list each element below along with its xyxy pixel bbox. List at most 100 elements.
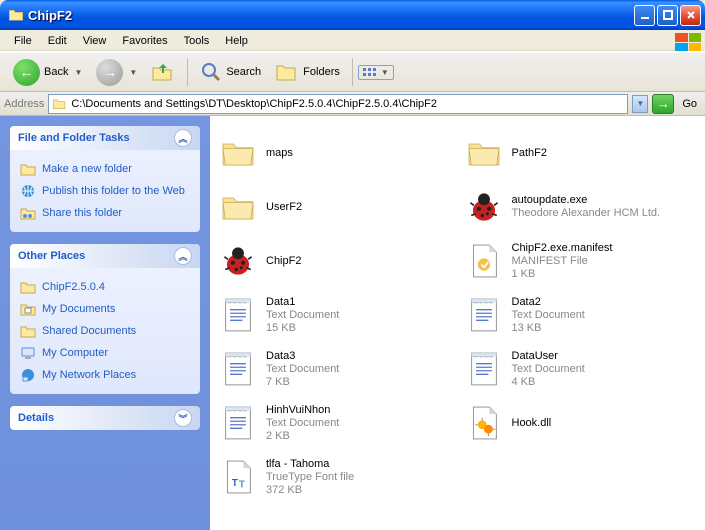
folders-label: Folders xyxy=(303,66,340,78)
details-header[interactable]: Details ︾ xyxy=(10,406,200,430)
go-button[interactable]: → xyxy=(652,94,674,114)
task-label: Publish this folder to the Web xyxy=(42,185,185,197)
file-item[interactable]: Data1Text Document15 KB xyxy=(216,290,454,340)
address-input[interactable] xyxy=(67,98,625,110)
views-grid-icon xyxy=(363,68,376,76)
folder-icon xyxy=(218,133,258,173)
collapse-icon: ︽ xyxy=(174,247,192,265)
file-name: Data2 xyxy=(512,296,585,309)
file-subtext: TrueType Font file xyxy=(266,471,354,484)
file-item[interactable]: autoupdate.exeTheodore Alexander HCM Ltd… xyxy=(462,182,700,232)
file-item[interactable]: Data3Text Document7 KB xyxy=(216,344,454,394)
file-item[interactable]: maps xyxy=(216,128,454,178)
file-folder-tasks-panel: File and Folder Tasks ︽ Make a new folde… xyxy=(10,126,200,232)
file-item[interactable]: ChipF2 xyxy=(216,236,454,286)
views-button[interactable]: ▼ xyxy=(358,65,394,80)
file-item[interactable]: Hook.dll xyxy=(462,398,700,448)
forward-dropdown-icon[interactable]: ▼ xyxy=(129,68,137,77)
menu-tools[interactable]: Tools xyxy=(176,33,218,49)
text-icon xyxy=(464,295,504,335)
menu-favorites[interactable]: Favorites xyxy=(114,33,175,49)
folders-button[interactable]: Folders xyxy=(268,58,347,86)
minimize-button[interactable] xyxy=(634,5,655,26)
task-label: Make a new folder xyxy=(42,163,132,175)
address-dropdown[interactable]: ▼ xyxy=(632,95,648,113)
text-icon xyxy=(218,403,258,443)
menu-view[interactable]: View xyxy=(75,33,115,49)
file-subtext: Text Document xyxy=(512,309,585,322)
menu-help[interactable]: Help xyxy=(217,33,256,49)
file-item[interactable]: DataUserText Document4 KB xyxy=(462,344,700,394)
address-label: Address xyxy=(4,98,44,110)
menu-edit[interactable]: Edit xyxy=(40,33,75,49)
close-button[interactable] xyxy=(680,5,701,26)
place-item[interactable]: My Computer xyxy=(20,342,190,364)
file-item[interactable]: Data2Text Document13 KB xyxy=(462,290,700,340)
panel-title: File and Folder Tasks xyxy=(18,132,130,144)
sidebar: File and Folder Tasks ︽ Make a new folde… xyxy=(0,116,210,530)
file-item[interactable]: UserF2 xyxy=(216,182,454,232)
file-size: 372 KB xyxy=(266,484,354,497)
back-button[interactable]: ← Back ▼ xyxy=(6,55,89,90)
views-dropdown-icon: ▼ xyxy=(381,68,389,77)
task-item[interactable]: Publish this folder to the Web xyxy=(20,180,190,202)
task-item[interactable]: Make a new folder xyxy=(20,158,190,180)
folder-icon xyxy=(20,161,36,177)
file-size: 7 KB xyxy=(266,376,339,389)
file-name: Hook.dll xyxy=(512,417,552,430)
up-button[interactable] xyxy=(144,56,182,88)
file-item[interactable]: ChipF2.exe.manifestMANIFEST File1 KB xyxy=(462,236,700,286)
window-title: ChipF2 xyxy=(28,8,632,23)
computer-icon xyxy=(20,345,36,361)
separator xyxy=(352,58,353,86)
text-icon xyxy=(464,349,504,389)
file-name: HinhVuiNhon xyxy=(266,404,339,417)
menu-file[interactable]: File xyxy=(6,33,40,49)
panel-title: Other Places xyxy=(18,250,85,262)
separator xyxy=(187,58,188,86)
folder-icon xyxy=(8,7,24,23)
folder-icon xyxy=(51,97,67,111)
go-label: Go xyxy=(678,98,701,110)
file-name: Data3 xyxy=(266,350,339,363)
file-item[interactable]: HinhVuiNhonText Document2 KB xyxy=(216,398,454,448)
place-item[interactable]: Shared Documents xyxy=(20,320,190,342)
place-item[interactable]: My Network Places xyxy=(20,364,190,386)
other-places-header[interactable]: Other Places ︽ xyxy=(10,244,200,268)
share-icon xyxy=(20,205,36,221)
search-icon xyxy=(200,61,222,83)
file-subtext: Text Document xyxy=(266,417,339,430)
file-name: DataUser xyxy=(512,350,585,363)
place-item[interactable]: My Documents xyxy=(20,298,190,320)
text-icon xyxy=(218,349,258,389)
file-list: mapsPathF2UserF2autoupdate.exeTheodore A… xyxy=(210,116,705,530)
address-input-wrapper[interactable] xyxy=(48,94,628,114)
task-item[interactable]: Share this folder xyxy=(20,202,190,224)
dll-icon xyxy=(464,403,504,443)
file-name: tlfa - Tahoma xyxy=(266,458,354,471)
file-folder-tasks-header[interactable]: File and Folder Tasks ︽ xyxy=(10,126,200,150)
maximize-button[interactable] xyxy=(657,5,678,26)
toolbar: ← Back ▼ → ▼ Search Folders ▼ xyxy=(0,52,705,92)
file-name: ChipF2.exe.manifest xyxy=(512,242,613,255)
file-subtext: Text Document xyxy=(512,363,585,376)
file-item[interactable]: PathF2 xyxy=(462,128,700,178)
manifest-icon xyxy=(464,241,504,281)
file-item[interactable]: TTtlfa - TahomaTrueType Font file372 KB xyxy=(216,452,454,502)
back-dropdown-icon[interactable]: ▼ xyxy=(74,68,82,77)
body: File and Folder Tasks ︽ Make a new folde… xyxy=(0,116,705,530)
folder-icon xyxy=(20,279,36,295)
windows-flag-icon xyxy=(675,33,701,51)
svg-text:T: T xyxy=(232,478,238,489)
place-item[interactable]: ChipF2.5.0.4 xyxy=(20,276,190,298)
folder-icon xyxy=(218,187,258,227)
title-bar: ChipF2 xyxy=(0,0,705,30)
search-button[interactable]: Search xyxy=(193,57,268,87)
task-label: My Documents xyxy=(42,303,115,315)
file-name: Data1 xyxy=(266,296,339,309)
file-subtext: Text Document xyxy=(266,363,339,376)
forward-button[interactable]: → ▼ xyxy=(89,55,144,90)
back-arrow-icon: ← xyxy=(13,59,40,86)
address-bar: Address ▼ → Go xyxy=(0,92,705,116)
file-size: 15 KB xyxy=(266,322,339,335)
